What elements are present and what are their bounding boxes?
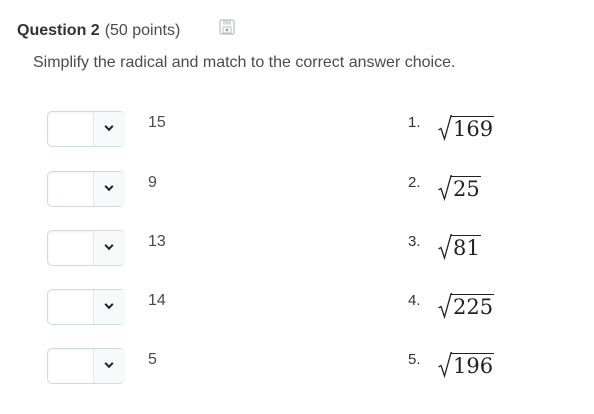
answer-choice: 5 <box>148 351 157 368</box>
match-select-3[interactable] <box>47 230 125 266</box>
radical-expression: 25 <box>438 171 481 201</box>
answer-choice: 13 <box>148 233 166 250</box>
match-row: 5 5. 196 <box>0 348 594 386</box>
item-number: 4. <box>408 292 421 309</box>
match-select-2[interactable] <box>47 171 125 207</box>
select-value <box>48 231 93 265</box>
answer-choice: 15 <box>148 114 166 131</box>
match-row: 15 1. 169 <box>0 111 594 149</box>
chevron-down-icon <box>104 185 114 192</box>
chevron-down-icon <box>104 362 114 369</box>
match-row: 9 2. 25 <box>0 171 594 209</box>
radicand: 225 <box>451 294 495 319</box>
select-value <box>48 290 93 324</box>
radicand: 25 <box>451 176 481 201</box>
square-root-icon <box>438 234 452 260</box>
question-instruction: Simplify the radical and match to the co… <box>33 54 456 71</box>
select-value <box>48 349 93 383</box>
item-number: 1. <box>408 114 421 131</box>
match-row: 14 4. 225 <box>0 289 594 327</box>
match-select-4[interactable] <box>47 289 125 325</box>
radicand: 196 <box>451 353 495 378</box>
radical-expression: 196 <box>438 348 495 378</box>
chevron-down-icon <box>104 244 114 251</box>
question-header: Question 2 (50 points) <box>17 20 180 42</box>
select-value <box>48 172 93 206</box>
question-points: (50 points) <box>104 22 181 39</box>
select-value <box>48 112 93 146</box>
match-select-1[interactable] <box>47 111 125 147</box>
chevron-down-icon <box>104 303 114 310</box>
radical-expression: 81 <box>438 230 481 260</box>
square-root-icon <box>438 352 452 378</box>
radicand: 81 <box>451 235 481 260</box>
match-row: 13 3. 81 <box>0 230 594 268</box>
item-number: 5. <box>408 351 421 368</box>
answer-choice: 14 <box>148 292 166 309</box>
radical-expression: 169 <box>438 111 495 141</box>
square-root-icon <box>438 115 452 141</box>
square-root-icon <box>438 175 452 201</box>
save-icon[interactable] <box>219 19 235 35</box>
item-number: 3. <box>408 233 421 250</box>
square-root-icon <box>438 293 452 319</box>
radical-expression: 225 <box>438 289 495 319</box>
match-select-5[interactable] <box>47 348 125 384</box>
answer-choice: 9 <box>148 174 157 191</box>
chevron-down-icon <box>104 125 114 132</box>
question-title: Question 2 <box>17 22 100 39</box>
radicand: 169 <box>451 116 495 141</box>
item-number: 2. <box>408 174 421 191</box>
